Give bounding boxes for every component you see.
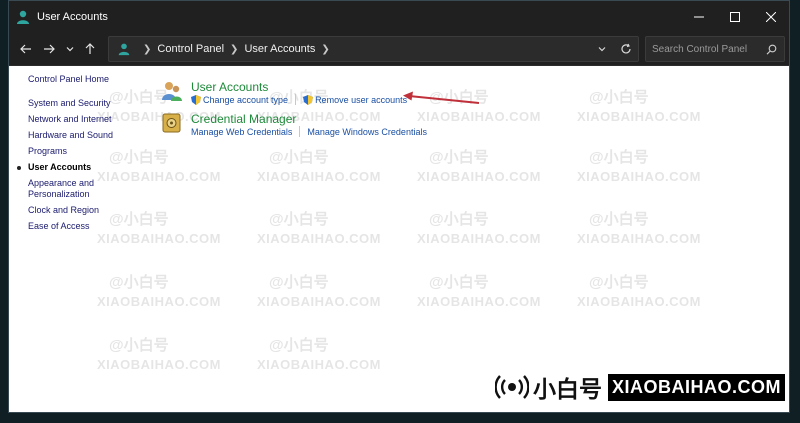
sidebar-item-network-and-internet[interactable]: Network and Internet	[28, 114, 128, 125]
sidebar-item-label: User Accounts	[28, 162, 92, 172]
chevron-down-icon	[598, 47, 606, 52]
link-label: Remove user accounts	[315, 94, 408, 105]
refresh-button[interactable]	[614, 37, 638, 61]
arrow-left-icon	[20, 44, 31, 54]
watermark-text: XIAOBAIHAO.COM	[97, 357, 221, 372]
manage-windows-credentials-link[interactable]: Manage Windows Credentials	[307, 127, 427, 137]
watermark-badge-en: XIAOBAIHAO.COM	[608, 373, 785, 401]
maximize-icon	[730, 11, 740, 22]
vault-icon	[162, 113, 181, 133]
active-bullet-icon	[17, 166, 21, 170]
users-icon	[162, 82, 182, 101]
watermark-text: @小白号	[109, 274, 169, 291]
maximize-button[interactable]	[717, 1, 753, 32]
watermark-badge: 小白号 XIAOBAIHAO.COM	[489, 362, 789, 412]
broadcast-icon	[495, 375, 529, 399]
title-bar: User Accounts	[9, 1, 789, 32]
sidebar-item-appearance-and-personalization[interactable]: Appearance and Personalization	[28, 178, 100, 200]
sidebar-item-clock-and-region[interactable]: Clock and Region	[28, 205, 128, 216]
navigation-bar: ❯ Control Panel ❯ User Accounts ❯	[9, 32, 789, 66]
watermark-text: XIAOBAIHAO.COM	[97, 294, 221, 309]
close-icon	[766, 11, 776, 22]
watermark-text: XIAOBAIHAO.COM	[577, 294, 701, 309]
watermark-text: XIAOBAIHAO.COM	[577, 231, 701, 246]
user-accounts-icon	[17, 10, 29, 24]
forward-button[interactable]	[38, 38, 60, 60]
link-divider	[299, 126, 301, 137]
watermark-text: XIAOBAIHAO.COM	[257, 231, 381, 246]
shield-icon	[191, 94, 201, 105]
watermark-text: XIAOBAIHAO.COM	[417, 231, 541, 246]
watermark-text: @小白号	[429, 274, 489, 291]
refresh-icon	[621, 43, 631, 54]
watermark-badge-cn: 小白号	[533, 376, 602, 402]
recent-locations-button[interactable]	[59, 38, 81, 60]
panel-title-user-accounts[interactable]: User Accounts	[191, 80, 268, 94]
up-button[interactable]	[79, 38, 101, 60]
search-icon[interactable]	[762, 40, 780, 58]
watermark-text: @小白号	[269, 274, 329, 291]
watermark-text: @小白号	[429, 149, 489, 166]
link-divider	[295, 94, 297, 105]
arrow-up-icon	[85, 43, 95, 54]
sidebar: Control Panel Home System and Security N…	[17, 74, 128, 237]
sidebar-item-system-and-security[interactable]: System and Security	[28, 98, 128, 109]
watermark-text: XIAOBAIHAO.COM	[257, 294, 381, 309]
window-title: User Accounts	[37, 10, 108, 23]
link-label: Change account type	[203, 94, 289, 105]
watermark-text: XIAOBAIHAO.COM	[577, 169, 701, 184]
change-account-type-link[interactable]: Change account type	[191, 94, 289, 105]
watermark-text: XIAOBAIHAO.COM	[257, 357, 381, 372]
breadcrumb-separator-icon: ❯	[230, 43, 239, 55]
minimize-icon	[694, 16, 704, 17]
breadcrumb-separator-icon: ❯	[321, 43, 330, 55]
sidebar-item-ease-of-access[interactable]: Ease of Access	[28, 221, 128, 232]
watermark-text: @小白号	[589, 274, 649, 291]
annotation-arrow-icon	[403, 91, 480, 104]
control-panel-window: User Accounts ❯ Control Panel ❯ User Acc…	[8, 0, 790, 413]
address-dropdown-button[interactable]	[590, 37, 614, 61]
watermark-text: @小白号	[269, 337, 329, 354]
watermark-text: XIAOBAIHAO.COM	[417, 169, 541, 184]
watermark-text: XIAOBAIHAO.COM	[577, 109, 701, 124]
watermark-text: @小白号	[589, 89, 649, 106]
breadcrumb-user-accounts[interactable]: User Accounts	[244, 43, 315, 55]
watermark-text: XIAOBAIHAO.COM	[257, 169, 381, 184]
address-bar[interactable]: ❯ Control Panel ❯ User Accounts ❯	[108, 36, 639, 62]
watermark-text: @小白号	[589, 211, 649, 228]
watermark-text: @小白号	[269, 149, 329, 166]
panel-title-credential-manager[interactable]: Credential Manager	[191, 112, 296, 126]
sidebar-item-user-accounts: User Accounts	[17, 162, 128, 173]
breadcrumb-separator-icon: ❯	[143, 43, 152, 55]
sidebar-item-hardware-and-sound[interactable]: Hardware and Sound	[28, 130, 128, 141]
watermark-text: @小白号	[269, 211, 329, 228]
arrow-right-icon	[44, 44, 55, 54]
sidebar-item-control-panel-home[interactable]: Control Panel Home	[28, 74, 128, 85]
remove-user-accounts-link[interactable]: Remove user accounts	[303, 94, 408, 105]
close-button[interactable]	[753, 1, 789, 32]
manage-web-credentials-link[interactable]: Manage Web Credentials	[191, 127, 292, 137]
chevron-down-icon	[66, 47, 74, 52]
user-accounts-icon	[118, 43, 130, 56]
watermark-text: @小白号	[429, 211, 489, 228]
content-area: @小白号 @小白号 @小白号 @小白号 XIAOBAIHAO.COM XIAOB…	[9, 66, 789, 412]
search-input[interactable]	[646, 43, 762, 55]
sidebar-item-programs[interactable]: Programs	[28, 146, 128, 157]
minimize-button[interactable]	[681, 1, 717, 32]
watermark-text: @小白号	[589, 149, 649, 166]
watermark-text: XIAOBAIHAO.COM	[417, 294, 541, 309]
back-button[interactable]	[15, 38, 37, 60]
breadcrumb-control-panel[interactable]: Control Panel	[157, 43, 224, 55]
watermark-text: XIAOBAIHAO.COM	[417, 109, 541, 124]
shield-icon	[303, 94, 314, 105]
watermark-text: @小白号	[109, 337, 169, 354]
search-box	[645, 36, 785, 62]
